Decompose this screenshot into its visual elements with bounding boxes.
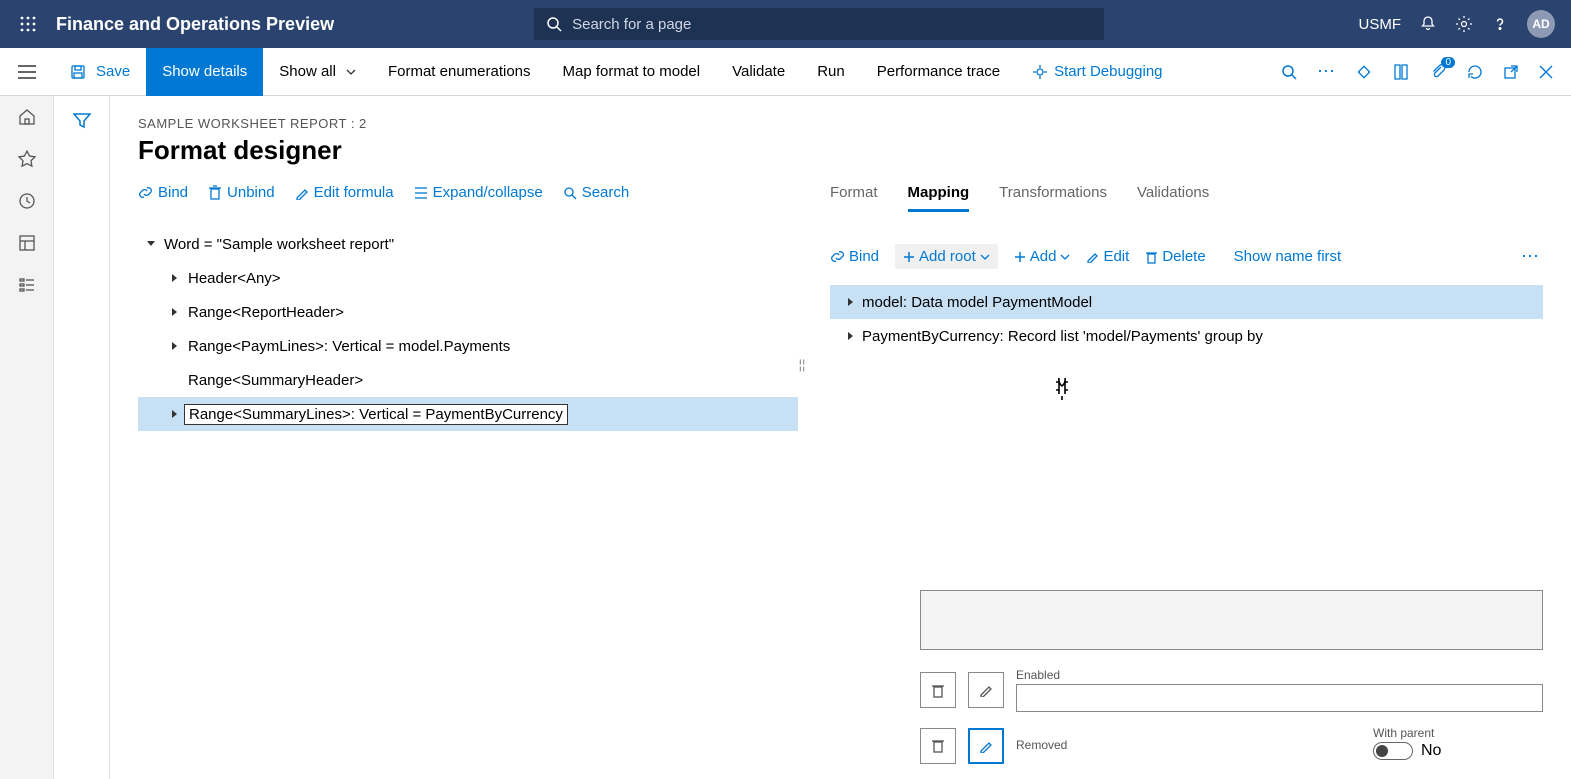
tree-node-label: Range<SummaryHeader> [184, 371, 367, 390]
mapping-node-selected[interactable]: model: Data model PaymentModel [830, 285, 1543, 319]
save-label: Save [96, 63, 130, 80]
home-icon[interactable] [18, 108, 36, 126]
unbind-button[interactable]: Unbind [208, 184, 275, 201]
company-label[interactable]: USMF [1359, 16, 1402, 33]
add-root-button[interactable]: Add root [895, 244, 998, 269]
modules-icon[interactable] [18, 276, 36, 294]
validate-button[interactable]: Validate [716, 48, 801, 96]
close-icon[interactable] [1539, 65, 1553, 79]
removed-label: Removed [1016, 738, 1361, 752]
mapping-bind-button[interactable]: Bind [830, 248, 879, 265]
delete-property-button[interactable] [920, 672, 956, 708]
breadcrumb: SAMPLE WORKSHEET REPORT : 2 [138, 116, 1543, 131]
enabled-input[interactable] [1016, 684, 1543, 712]
filter-icon[interactable] [73, 112, 91, 779]
global-search-input[interactable] [572, 16, 1092, 33]
show-name-first-button[interactable]: Show name first [1234, 248, 1342, 265]
caret-right-icon[interactable] [840, 297, 862, 307]
caret-right-icon[interactable] [166, 409, 184, 419]
overflow-icon[interactable]: ⋯ [1521, 246, 1543, 267]
attachment-badge: 0 [1441, 57, 1455, 68]
app-launcher-icon[interactable] [8, 16, 48, 32]
show-all-button[interactable]: Show all [263, 48, 372, 96]
mapping-node-label: model: Data model PaymentModel [862, 294, 1092, 311]
global-search[interactable] [534, 8, 1104, 40]
splitter-handle[interactable]: ¦¦ [798, 354, 806, 374]
with-parent-toggle[interactable] [1373, 742, 1413, 760]
tree-node-label: Range<SummaryLines>: Vertical = PaymentB… [184, 404, 568, 425]
tab-mapping[interactable]: Mapping [908, 184, 970, 212]
tree-node[interactable]: Range<ReportHeader> [138, 295, 798, 329]
diamond-icon[interactable] [1355, 63, 1373, 81]
workspaces-icon[interactable] [18, 234, 36, 252]
search-icon [546, 16, 562, 32]
tree-search-button[interactable]: Search [563, 184, 630, 201]
help-icon[interactable] [1491, 15, 1509, 33]
delete-button[interactable]: Delete [1145, 248, 1205, 265]
add-button[interactable]: Add [1014, 248, 1071, 265]
tab-transformations[interactable]: Transformations [999, 184, 1107, 212]
map-format-button[interactable]: Map format to model [547, 48, 717, 96]
show-details-button[interactable]: Show details [146, 48, 263, 96]
edit-formula-button[interactable]: Edit formula [295, 184, 394, 201]
bell-icon[interactable] [1419, 15, 1437, 33]
action-search-icon[interactable] [1281, 64, 1297, 80]
caret-right-icon[interactable] [166, 273, 184, 283]
caret-right-icon[interactable] [166, 307, 184, 317]
tree-node[interactable]: Header<Any> [138, 261, 798, 295]
caret-down-icon[interactable] [142, 239, 160, 249]
performance-trace-button[interactable]: Performance trace [861, 48, 1016, 96]
caret-right-icon[interactable] [840, 331, 862, 341]
nav-toggle-icon[interactable] [0, 65, 54, 79]
tree-node-label: Word = "Sample worksheet report" [160, 235, 398, 254]
tab-format[interactable]: Format [830, 184, 878, 212]
edit-property-button[interactable] [968, 672, 1004, 708]
book-icon[interactable] [1393, 63, 1409, 81]
save-button[interactable]: Save [54, 48, 146, 96]
tree-node-label: Range<ReportHeader> [184, 303, 348, 322]
edit-property-button[interactable] [968, 728, 1004, 764]
format-tree: Word = "Sample worksheet report" Header<… [138, 227, 798, 431]
mapping-node[interactable]: PaymentByCurrency: Record list 'model/Pa… [830, 319, 1543, 353]
format-enumerations-button[interactable]: Format enumerations [372, 48, 547, 96]
start-debugging-button[interactable]: Start Debugging [1016, 48, 1178, 96]
popout-icon[interactable] [1503, 64, 1519, 80]
app-title: Finance and Operations Preview [56, 14, 334, 35]
tree-node-root[interactable]: Word = "Sample worksheet report" [138, 227, 798, 261]
mapping-tree: model: Data model PaymentModel PaymentBy… [830, 285, 1543, 353]
tree-node-label: Range<PaymLines>: Vertical = model.Payme… [184, 337, 514, 356]
tree-node[interactable]: Range<PaymLines>: Vertical = model.Payme… [138, 329, 798, 363]
bind-button[interactable]: Bind [138, 184, 188, 201]
tree-node-label: Header<Any> [184, 269, 285, 288]
chevron-down-icon [980, 254, 990, 260]
tree-node[interactable]: Range<SummaryHeader> [138, 363, 798, 397]
enabled-label: Enabled [1016, 668, 1543, 682]
caret-right-icon[interactable] [166, 341, 184, 351]
more-actions-icon[interactable]: ⋯ [1317, 61, 1335, 82]
with-parent-value: No [1421, 742, 1441, 760]
refresh-icon[interactable] [1467, 64, 1483, 80]
delete-property-button[interactable] [920, 728, 956, 764]
star-icon[interactable] [18, 150, 36, 168]
page-title: Format designer [138, 135, 1543, 166]
gear-icon[interactable] [1455, 15, 1473, 33]
avatar[interactable]: AD [1527, 10, 1555, 38]
expand-collapse-button[interactable]: Expand/collapse [414, 184, 543, 201]
tree-node-selected[interactable]: Range<SummaryLines>: Vertical = PaymentB… [138, 397, 798, 431]
tab-validations[interactable]: Validations [1137, 184, 1209, 212]
chevron-down-icon [1060, 254, 1070, 260]
mapping-node-label: PaymentByCurrency: Record list 'model/Pa… [862, 328, 1263, 345]
chevron-down-icon [346, 69, 356, 75]
recent-icon[interactable] [18, 192, 36, 210]
with-parent-label: With parent [1373, 726, 1543, 740]
edit-button[interactable]: Edit [1086, 248, 1129, 265]
attachments-icon[interactable]: 0 [1429, 63, 1447, 81]
run-button[interactable]: Run [801, 48, 861, 96]
expression-box[interactable] [920, 590, 1543, 650]
